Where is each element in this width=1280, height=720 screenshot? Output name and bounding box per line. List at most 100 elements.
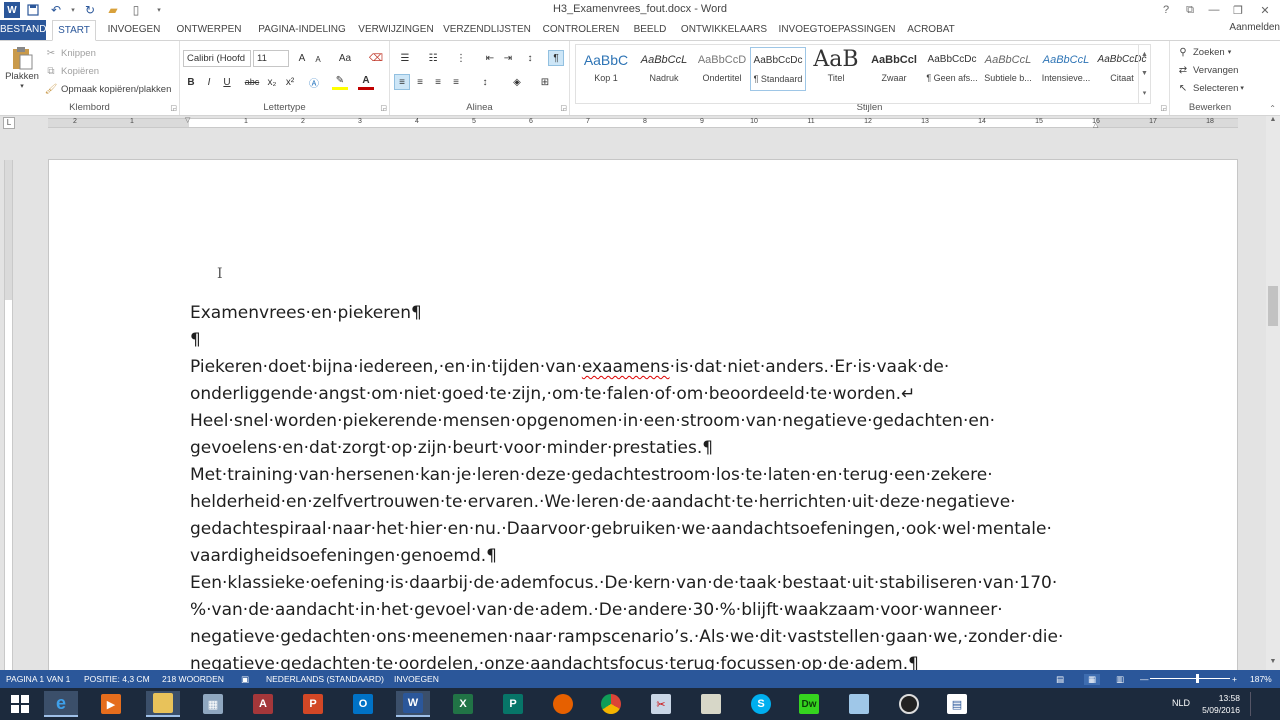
format-painter-button[interactable]: 🖌 Opmaak kopiëren/plakken [44,82,172,96]
style-kop-1[interactable]: AaBbC Kop 1 [578,47,634,91]
replace-button[interactable]: ⇄ Vervangen [1176,63,1239,77]
access-icon[interactable]: A [246,691,280,717]
zoom-level[interactable]: 187% [1250,674,1272,684]
print-layout-icon[interactable]: ▦ [1084,674,1101,685]
firefox-icon[interactable] [546,691,580,717]
style-geen-afstand[interactable]: AaBbCcDc ¶ Geen afs... [924,47,980,91]
cut-button[interactable]: ✂ Knippen [44,46,96,60]
proofing-icon[interactable]: ▣ [241,674,249,685]
italic-button[interactable]: I [201,74,217,90]
style-ondertitel[interactable]: AaBbCcD Ondertitel [694,47,750,91]
zoom-in-icon[interactable]: + [1232,674,1237,684]
copy-button[interactable]: ⧉ Kopiëren [44,64,99,78]
powerpoint-icon[interactable]: P [296,691,330,717]
tab-ontwikkelaars[interactable]: ONTWIKKELAARS [678,20,770,40]
find-button[interactable]: ⚲ Zoeken ▾ [1176,45,1231,59]
highlight-icon[interactable]: ✎ [332,74,348,90]
input-language[interactable]: NLD [1172,698,1190,708]
help-button[interactable]: ? [1154,0,1178,20]
align-right-icon[interactable]: ≡ [430,74,446,90]
insert-mode-indicator[interactable]: INVOEGEN [394,674,439,684]
tab-start[interactable]: START [52,20,96,41]
borders-icon[interactable]: ⊞ [534,74,556,90]
bullets-icon[interactable]: ☰ [394,50,416,66]
tab-pagina-indeling[interactable]: PAGINA-INDELING [254,20,350,40]
internet-explorer-icon[interactable]: e [44,691,78,717]
word-count[interactable]: 218 WOORDEN [162,674,224,684]
gallery-down-icon[interactable]: ▼ [1141,70,1148,77]
bold-button[interactable]: B [183,74,199,90]
style-standaard[interactable]: AaBbCcDc ¶ Standaard [750,47,806,91]
vertical-scrollbar[interactable]: ▲ ▼ [1266,116,1280,670]
chrome-icon[interactable] [594,691,628,717]
tab-invoegen[interactable]: INVOEGEN [104,20,164,40]
align-left-icon[interactable]: ≡ [394,74,410,90]
tab-acrobat[interactable]: ACROBAT [900,20,962,40]
styles-launcher-icon[interactable]: ◲ [1160,104,1167,112]
web-layout-icon[interactable]: ▥ [1116,674,1124,685]
change-case-button[interactable]: Aa [334,50,356,66]
word-taskbar-icon[interactable]: W [396,691,430,717]
document-body[interactable]: Examenvrees·en·piekeren¶ ¶ Piekeren·doet… [190,300,1110,678]
ribbon-display-options-button[interactable]: ⧉ [1178,0,1202,20]
dreamweaver-icon[interactable]: Dw [792,691,826,717]
zoom-slider-thumb[interactable] [1196,674,1199,683]
tab-controleren[interactable]: CONTROLEREN [540,20,622,40]
sort-icon[interactable]: ↕ [522,50,538,66]
multilevel-list-icon[interactable]: ⋮ [450,50,472,66]
shading-icon[interactable]: ◈ [506,74,528,90]
minimize-button[interactable]: — [1202,0,1226,20]
style-zwaar[interactable]: AaBbCcl Zwaar [866,47,922,91]
tab-selector[interactable]: L [3,117,15,129]
show-paragraph-marks-icon[interactable]: ¶ [548,50,564,66]
language-indicator[interactable]: NEDERLANDS (STANDAARD) [266,674,384,684]
text-effects-icon[interactable]: Ⓐ [306,74,322,90]
gallery-up-icon[interactable]: ▲ [1141,51,1148,58]
vertical-ruler[interactable] [4,160,13,670]
tab-ontwerpen[interactable]: ONTWERPEN [172,20,246,40]
document-viewer-icon[interactable]: ▤ [940,691,974,717]
tab-verzendlijsten[interactable]: VERZENDLIJSTEN [442,20,532,40]
file-explorer-icon[interactable] [146,691,180,717]
show-desktop-button[interactable] [1250,692,1274,716]
line-spacing-icon[interactable]: ↕ [474,74,496,90]
zoom-slider[interactable] [1150,678,1230,679]
document-page[interactable]: I Examenvrees·en·piekeren¶ ¶ Piekeren·do… [48,159,1238,679]
excel-icon[interactable]: X [446,691,480,717]
scroll-thumb[interactable] [1268,286,1278,326]
paragraph-launcher-icon[interactable]: ◲ [560,104,567,112]
decrease-indent-icon[interactable]: ⇤ [482,50,498,66]
media-player-icon[interactable]: ▶ [94,691,128,717]
gallery-more-icon[interactable]: ▾ [1143,89,1147,97]
style-subtiele-benadrukking[interactable]: AaBbCcL Subtiele b... [980,47,1036,91]
gallery-scroll[interactable]: ▲ ▼ ▾ [1138,45,1150,103]
tab-invoegtoepassingen[interactable]: INVOEGTOEPASSINGEN [778,20,896,40]
clear-formatting-icon[interactable]: ⌫ [368,50,384,66]
skype-icon[interactable]: S [744,691,778,717]
clock[interactable]: 13:58 5/09/2016 [1202,692,1240,716]
scanner-icon[interactable] [694,691,728,717]
start-button[interactable] [3,691,37,717]
grow-font-button[interactable]: A [294,50,310,66]
close-button[interactable]: ✕ [1250,0,1280,20]
position-indicator[interactable]: POSITIE: 4,3 CM [84,674,150,684]
read-mode-icon[interactable]: ▤ [1056,674,1064,685]
scroll-up-icon[interactable]: ▲ [1266,116,1280,128]
justify-icon[interactable]: ≡ [448,74,464,90]
style-titel[interactable]: AaB Titel [808,47,864,91]
font-color-icon[interactable]: A [358,74,374,90]
select-button[interactable]: ↖ Selecteren ▾ [1176,81,1244,95]
font-name-combo[interactable]: Calibri (Hoofd [183,50,251,67]
zoom-out-icon[interactable]: — [1140,674,1149,684]
numbering-icon[interactable]: ☷ [422,50,444,66]
restore-button[interactable]: ❐ [1226,0,1250,20]
strikethrough-button[interactable]: abc [242,74,262,90]
outlook-icon[interactable]: O [346,691,380,717]
tab-verwijzingen[interactable]: VERWIJZINGEN [358,20,434,40]
style-intensieve-benadrukking[interactable]: AaBbCcL Intensieve... [1038,47,1094,91]
subscript-button[interactable]: x₂ [264,74,280,90]
scroll-down-icon[interactable]: ▼ [1266,658,1280,670]
style-nadruk[interactable]: AaBbCcL Nadruk [636,47,692,91]
tab-beeld[interactable]: BEELD [630,20,670,40]
tab-bestand[interactable]: BESTAND [0,20,47,40]
